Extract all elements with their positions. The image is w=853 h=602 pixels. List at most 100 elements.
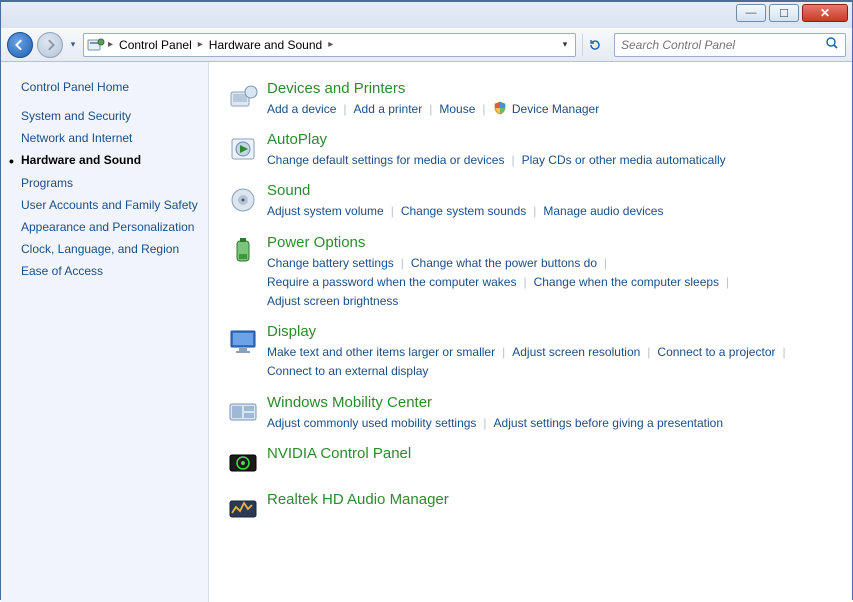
category-icon [227,82,259,114]
separator: | [482,100,485,119]
category-links: Add a device | Add a printer | Mouse | Device… [267,100,832,119]
main-panel: Devices and Printers Add a device | Add a p… [209,62,852,602]
category-icon [227,396,259,428]
category-icon [227,184,259,216]
content-area: Control Panel Home System and Security Ne… [1,62,852,602]
category-links: Change battery settings|Change what the … [267,254,832,312]
separator: | [391,202,394,221]
category-title[interactable]: Realtek HD Audio Manager [267,491,832,508]
task-link[interactable]: Adjust settings before giving a presenta… [494,414,723,433]
separator: | [647,343,650,362]
arrow-left-icon [14,39,26,51]
chevron-right-icon[interactable]: ▸ [196,39,205,50]
category: NVIDIA Control Panel [227,445,832,479]
category: Devices and Printers Add a device | Add a p… [227,80,832,119]
task-link[interactable]: Add a printer [354,100,423,119]
task-link[interactable]: Manage audio devices [543,202,663,221]
sidebar-item[interactable]: Clock, Language, and Region [21,241,200,257]
category: Realtek HD Audio Manager [227,491,832,525]
location-icon [86,36,106,54]
separator: | [502,343,505,362]
sidebar-item[interactable]: Network and Internet [21,130,200,146]
nav-history-dropdown[interactable]: ▾ [67,35,79,55]
back-button[interactable] [7,32,33,58]
task-link[interactable]: Adjust screen resolution [512,343,640,362]
task-link[interactable]: Device Manager [493,100,600,119]
category-icon [227,133,259,165]
category-links: Change default settings for media or dev… [267,151,832,170]
separator: | [343,100,346,119]
refresh-button[interactable] [582,34,606,56]
category: Sound Adjust system volume | Change system … [227,182,832,221]
sidebar: Control Panel Home System and Security Ne… [1,62,209,602]
category-title[interactable]: NVIDIA Control Panel [267,445,832,462]
sidebar-item[interactable]: System and Security [21,108,200,124]
category-title[interactable]: AutoPlay [267,131,832,148]
task-link[interactable]: Mouse [439,100,475,119]
separator: | [429,100,432,119]
category: AutoPlay Change default settings for medi… [227,131,832,170]
chevron-right-icon[interactable]: ▸ [326,39,335,50]
category-icon [227,236,259,268]
chevron-right-icon[interactable]: ▸ [106,39,115,50]
task-link[interactable]: Change system sounds [401,202,526,221]
separator: | [523,273,526,292]
sidebar-item[interactable]: Ease of Access [21,263,200,279]
maximize-button[interactable]: ☐ [769,4,799,22]
window-titlebar: — ☐ ✕ [1,2,852,28]
task-link[interactable]: Adjust screen brightness [267,292,398,311]
separator: | [401,254,404,273]
separator: | [783,343,786,362]
task-link[interactable]: Change when the computer sleeps [534,273,719,292]
task-link[interactable]: Connect to an external display [267,362,428,381]
task-link[interactable]: Play CDs or other media automatically [522,151,726,170]
task-link[interactable]: Change battery settings [267,254,394,273]
sidebar-item[interactable]: Hardware and Sound [21,152,200,168]
category-links: Adjust system volume | Change system sound… [267,202,832,221]
task-link[interactable]: Make text and other items larger or smal… [267,343,495,362]
sidebar-item[interactable]: User Accounts and Family Safety [21,197,200,213]
breadcrumb-hardware-sound[interactable]: Hardware and Sound [205,38,326,52]
category-icon [227,447,259,479]
refresh-icon [588,38,602,52]
separator: | [483,414,486,433]
shield-icon [493,101,507,115]
task-link[interactable]: Adjust system volume [267,202,384,221]
category-links: Adjust commonly used mobility settings | A… [267,414,832,433]
category-title[interactable]: Power Options [267,234,832,251]
category-title[interactable]: Devices and Printers [267,80,832,97]
category-title[interactable]: Sound [267,182,832,199]
category-links: Make text and other items larger or smal… [267,343,832,381]
breadcrumb-control-panel[interactable]: Control Panel [115,38,196,52]
category-icon [227,493,259,525]
arrow-right-icon [44,39,56,51]
sidebar-item[interactable]: Appearance and Personalization [21,219,200,235]
separator: | [726,273,729,292]
navigation-bar: ▾ ▸ Control Panel ▸ Hardware and Sound ▸… [1,28,852,62]
category-title[interactable]: Display [267,323,832,340]
separator: | [604,254,607,273]
task-link[interactable]: Connect to a projector [657,343,775,362]
task-link[interactable]: Adjust commonly used mobility settings [267,414,476,433]
minimize-button[interactable]: — [736,4,766,22]
category-icon [227,325,259,357]
sidebar-item[interactable]: Programs [21,175,200,191]
category: Power OptionsChange battery settings|Cha… [227,234,832,312]
sidebar-home-link[interactable]: Control Panel Home [21,80,200,94]
search-icon[interactable] [825,36,839,53]
close-button[interactable]: ✕ [802,4,848,22]
task-link[interactable]: Require a password when the computer wak… [267,273,516,292]
search-box[interactable] [614,33,846,57]
category: Windows Mobility Center Adjust commonly u… [227,394,832,433]
address-dropdown[interactable]: ▾ [557,39,573,50]
category-title[interactable]: Windows Mobility Center [267,394,832,411]
forward-button[interactable] [37,32,63,58]
search-input[interactable] [621,38,825,52]
separator: | [533,202,536,221]
category: Display Make text and other items larger … [227,323,832,381]
separator: | [511,151,514,170]
task-link[interactable]: Add a device [267,100,336,119]
address-bar[interactable]: ▸ Control Panel ▸ Hardware and Sound ▸ ▾ [83,33,576,57]
task-link[interactable]: Change what the power buttons do [411,254,597,273]
task-link[interactable]: Change default settings for media or dev… [267,151,504,170]
